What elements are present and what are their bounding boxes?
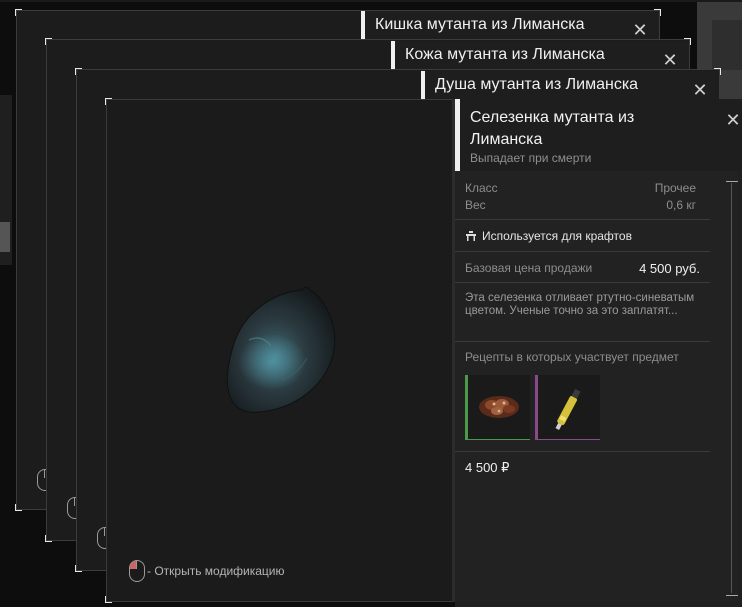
item-preview[interactable]: - Открыть модификацию [105,98,453,603]
close-icon[interactable]: ✕ [661,51,679,69]
details-scrollbar[interactable] [726,179,738,597]
divider [455,251,710,252]
craft-note-label: Используется для крафтов [482,229,632,243]
class-value: Прочее [654,181,696,195]
divider [455,341,710,342]
workbench-icon [466,231,476,241]
corner-marker [75,565,82,572]
mouse-icon [129,560,145,582]
recipes-label: Рецепты в которых участвует предмет [465,350,679,364]
scrollbar-top-cap [726,181,738,182]
background-top-line [0,0,742,2]
background-left-slider [0,222,10,252]
stack-card-1-title[interactable]: Кишка мутанта из Лиманска [361,11,659,41]
bottom-divider [452,99,455,602]
weight-label: Вес [465,198,486,212]
craft-note: Используется для крафтов [465,229,632,243]
divider [455,219,710,220]
syringe-item-icon [555,388,581,431]
corner-marker [45,535,52,542]
scrollbar-bottom-cap [726,595,738,596]
base-price-label: Базовая цена продажи [465,261,593,275]
total-price: 4 500 ₽ [465,460,510,475]
spleen-item-image [226,286,336,413]
close-icon[interactable]: ✕ [724,111,742,129]
corner-marker [15,9,22,16]
weight-value: 0,6 кг [666,198,696,212]
base-price-row: Базовая цена продажи 4 500 руб. [465,261,700,276]
stack-card-3-title[interactable]: Душа мутанта из Лиманска [421,71,719,101]
close-icon[interactable]: ✕ [631,21,649,39]
divider [455,282,710,283]
item-subtitle: Выпадает при смерти [470,151,592,165]
recipe-slot-1[interactable] [465,375,530,440]
item-description: Эта селезенка отливает ртутно-синеватым … [465,292,695,317]
scrollbar-track[interactable] [731,183,732,593]
corner-marker [75,68,82,75]
base-price-value: 4 500 руб. [639,261,700,276]
recipe-slot-2[interactable] [535,375,600,440]
corner-marker [45,38,52,45]
close-icon[interactable]: ✕ [691,81,709,99]
item-info-panel: Селезенка мутанта из Лиманска Выпадает п… [455,99,742,607]
stack-card-2-title[interactable]: Кожа мутанта из Лиманска [391,41,689,71]
weight-row: Вес 0,6 кг [465,198,696,212]
item-title: Селезенка мутанта из Лиманска [470,109,635,148]
food-item-icon [479,396,519,418]
divider [455,451,710,452]
open-modification-label: - Открыть модификацию [147,564,285,578]
corner-marker [15,504,22,511]
class-label: Класс [465,181,498,195]
open-modification-hint[interactable]: - Открыть модификацию [129,560,285,582]
background-right-panel-dark [712,20,742,70]
item-details: Класс Прочее Вес 0,6 кг Используется для… [455,171,738,601]
class-row: Класс Прочее [465,181,696,195]
item-header: Селезенка мутанта из Лиманска Выпадает п… [455,99,742,171]
